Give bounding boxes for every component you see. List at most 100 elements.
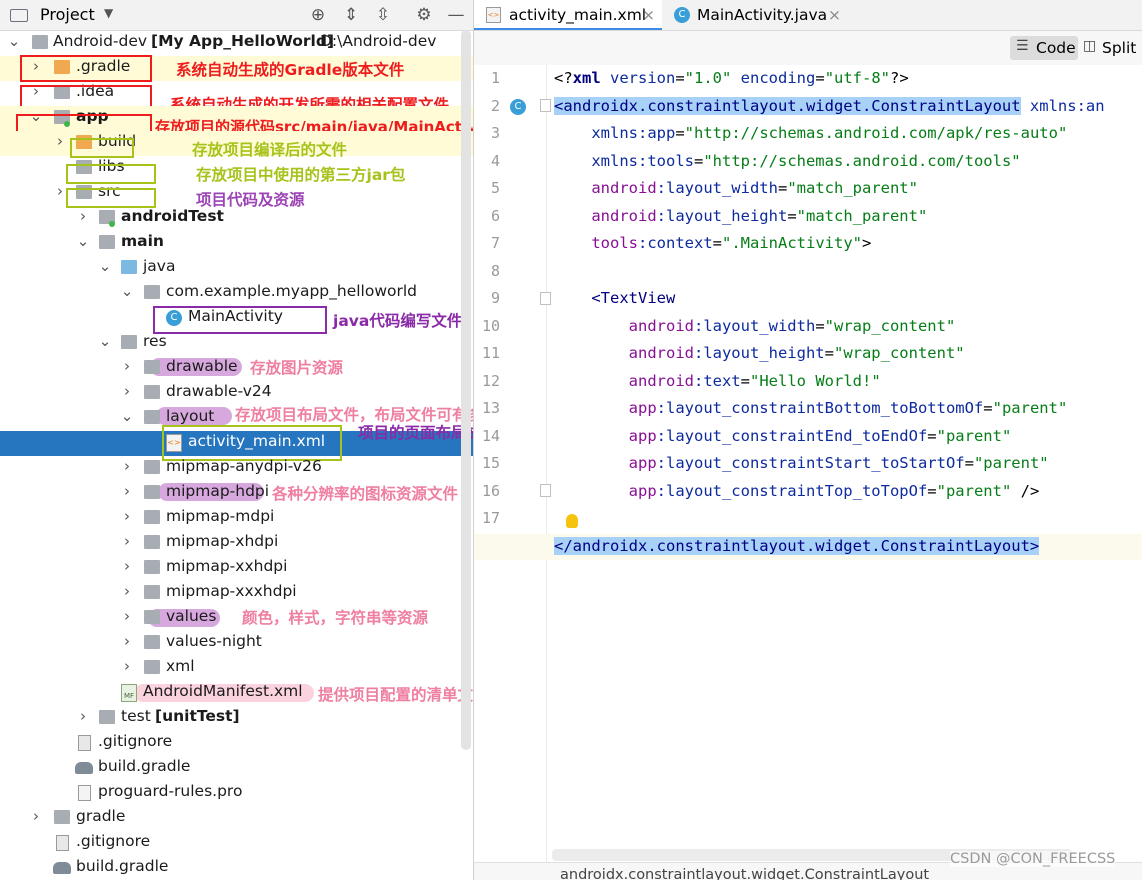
code-line-18[interactable]: </androidx.constraintlayout.widget.Const…	[554, 533, 1040, 560]
fold-marker-icon[interactable]	[540, 484, 551, 497]
fold-marker-icon[interactable]	[540, 99, 551, 112]
chevron-right-icon[interactable]: ›	[120, 532, 134, 550]
collapse-all-icon[interactable]: ⇳	[371, 3, 395, 27]
tree-label: AndroidManifest.xml	[143, 682, 303, 700]
chevron-right-icon[interactable]: ›	[29, 807, 43, 825]
line-number: 1	[490, 69, 500, 87]
chevron-down-icon[interactable]: ▼	[104, 6, 113, 20]
code-line-10[interactable]: android:layout_width="wrap_content"	[554, 313, 956, 340]
tree-row-app-gitignore[interactable]: .gitignore	[0, 731, 473, 756]
close-icon[interactable]: ×	[642, 0, 655, 30]
annotation-text: 各种分辨率的图标资源文件	[272, 485, 459, 503]
split-icon: ◫	[1083, 38, 1097, 54]
code-line-2[interactable]: <androidx.constraintlayout.widget.Constr…	[554, 93, 1105, 120]
split-mode-button[interactable]: ◫ Split	[1080, 36, 1142, 60]
locate-icon[interactable]: ⊕	[306, 3, 330, 27]
class-c-icon: C	[674, 7, 690, 23]
gear-icon[interactable]: ⚙	[412, 3, 436, 27]
tree-row-gradle-folder[interactable]: › gradle	[0, 806, 473, 831]
chevron-right-icon[interactable]: ›	[120, 582, 134, 600]
tree-row-root-gitignore[interactable]: .gitignore	[0, 831, 473, 856]
chevron-right-icon[interactable]: ›	[53, 182, 67, 200]
tree-row-package[interactable]: ⌄ com.example.myapp_helloworld	[0, 281, 473, 306]
tab-activity-main-xml[interactable]: <> activity_main.xml ×	[474, 0, 662, 30]
tree-row-res[interactable]: ⌄ res	[0, 331, 473, 356]
tree-row-java[interactable]: ⌄ java	[0, 256, 473, 281]
tree-row-mipmap-xxhdpi[interactable]: › mipmap-xxhdpi	[0, 556, 473, 581]
tree-row-mipmap-xxxhdpi[interactable]: › mipmap-xxxhdpi	[0, 581, 473, 606]
line-number: 12	[481, 372, 500, 390]
tree-row-mipmap-mdpi[interactable]: › mipmap-mdpi	[0, 506, 473, 531]
code-line-7[interactable]: tools:context=".MainActivity">	[554, 230, 871, 257]
code-line-14[interactable]: app:layout_constraintEnd_toEndOf="parent…	[554, 423, 1012, 450]
folder-icon	[144, 385, 160, 399]
chevron-right-icon[interactable]: ›	[120, 482, 134, 500]
chevron-down-icon[interactable]: ⌄	[98, 257, 112, 275]
manifest-file-icon: MF	[121, 684, 137, 702]
code-line-1[interactable]: <?xml version="1.0" encoding="utf-8"?>	[554, 65, 909, 92]
tree-row-mipmap-anydpi[interactable]: › mipmap-anydpi-v26	[0, 456, 473, 481]
code-mode-button[interactable]: ☰ Code	[1010, 36, 1078, 60]
tree-label: values	[166, 607, 217, 625]
code-line-12[interactable]: android:text="Hello World!"	[554, 368, 881, 395]
code-line-11[interactable]: android:layout_height="wrap_content"	[554, 340, 965, 367]
class-c-icon[interactable]: C	[510, 99, 526, 115]
chevron-down-icon[interactable]: ⌄	[120, 407, 134, 425]
line-number: 17	[481, 509, 500, 527]
tree-label: drawable-v24	[166, 382, 272, 400]
tree-label: com.example.myapp_helloworld	[166, 282, 418, 300]
tree-scrollbar[interactable]	[461, 30, 471, 750]
chevron-right-icon[interactable]: ›	[76, 707, 90, 725]
package-icon	[144, 285, 160, 299]
chevron-right-icon[interactable]: ›	[120, 357, 134, 375]
chevron-right-icon[interactable]: ›	[120, 457, 134, 475]
code-line-9[interactable]: <TextView	[554, 285, 675, 312]
minimize-icon[interactable]: —	[444, 3, 468, 27]
chevron-down-icon[interactable]: ⌄	[7, 32, 21, 50]
chevron-right-icon[interactable]: ›	[120, 632, 134, 650]
chevron-down-icon[interactable]: ⌄	[76, 232, 90, 250]
annotation-box	[153, 306, 327, 334]
tab-mainactivity-java[interactable]: C MainActivity.java ×	[662, 0, 842, 30]
code-line-15[interactable]: app:layout_constraintStart_toStartOf="pa…	[554, 450, 1049, 477]
close-icon[interactable]: ×	[828, 0, 841, 30]
annotation-box	[66, 188, 156, 208]
lightbulb-icon[interactable]	[566, 514, 578, 528]
tree-row-app-build-gradle[interactable]: build.gradle	[0, 756, 473, 781]
expand-all-icon[interactable]: ⇕	[339, 3, 363, 27]
tree-label: androidTest	[121, 207, 224, 225]
chevron-right-icon[interactable]: ›	[53, 132, 67, 150]
fold-marker-icon[interactable]	[540, 292, 551, 305]
tree-row-values-night[interactable]: › values-night	[0, 631, 473, 656]
chevron-right-icon[interactable]: ›	[120, 657, 134, 675]
code-line-3[interactable]: xmlns:app="http://schemas.android.com/ap…	[554, 120, 1067, 147]
tree-row-mipmap-xhdpi[interactable]: › mipmap-xhdpi	[0, 531, 473, 556]
chevron-right-icon[interactable]: ›	[120, 382, 134, 400]
tree-row-main[interactable]: ⌄ main	[0, 231, 473, 256]
chevron-down-icon[interactable]: ⌄	[120, 282, 134, 300]
code-line-4[interactable]: xmlns:tools="http://schemas.android.com/…	[554, 148, 1020, 175]
chevron-right-icon[interactable]: ›	[120, 557, 134, 575]
chevron-right-icon[interactable]: ›	[120, 507, 134, 525]
breadcrumb[interactable]: androidx.constraintlayout.widget.Constra…	[560, 867, 929, 880]
folder-icon	[144, 510, 160, 524]
xml-file-icon: <>	[486, 7, 501, 23]
tree-row-test[interactable]: › test [unitTest]	[0, 706, 473, 731]
chevron-right-icon[interactable]: ›	[120, 607, 134, 625]
tree-row-root-build-gradle[interactable]: build.gradle	[0, 856, 473, 880]
project-panel-title[interactable]: Project	[40, 5, 95, 24]
chevron-right-icon[interactable]: ›	[76, 207, 90, 225]
code-line-5[interactable]: android:layout_width="match_parent"	[554, 175, 918, 202]
tree-row-proguard[interactable]: proguard-rules.pro	[0, 781, 473, 806]
tree-row-xml[interactable]: › xml	[0, 656, 473, 681]
tree-label: mipmap-anydpi-v26	[166, 457, 322, 475]
tree-row-root[interactable]: ⌄ Android-dev [My App_HelloWorld] D:\And…	[0, 31, 473, 56]
tree-row-drawable[interactable]: › drawable	[0, 356, 473, 381]
chevron-down-icon[interactable]: ⌄	[98, 332, 112, 350]
tree-row-androidtest[interactable]: › androidTest	[0, 206, 473, 231]
code-line-6[interactable]: android:layout_height="match_parent"	[554, 203, 927, 230]
code-line-13[interactable]: app:layout_constraintBottom_toBottomOf="…	[554, 395, 1068, 422]
code-line-16[interactable]: app:layout_constraintTop_toTopOf="parent…	[554, 478, 1040, 505]
annotation-text: java代码编写文件	[333, 312, 463, 330]
gradle-elephant-icon	[53, 862, 71, 874]
